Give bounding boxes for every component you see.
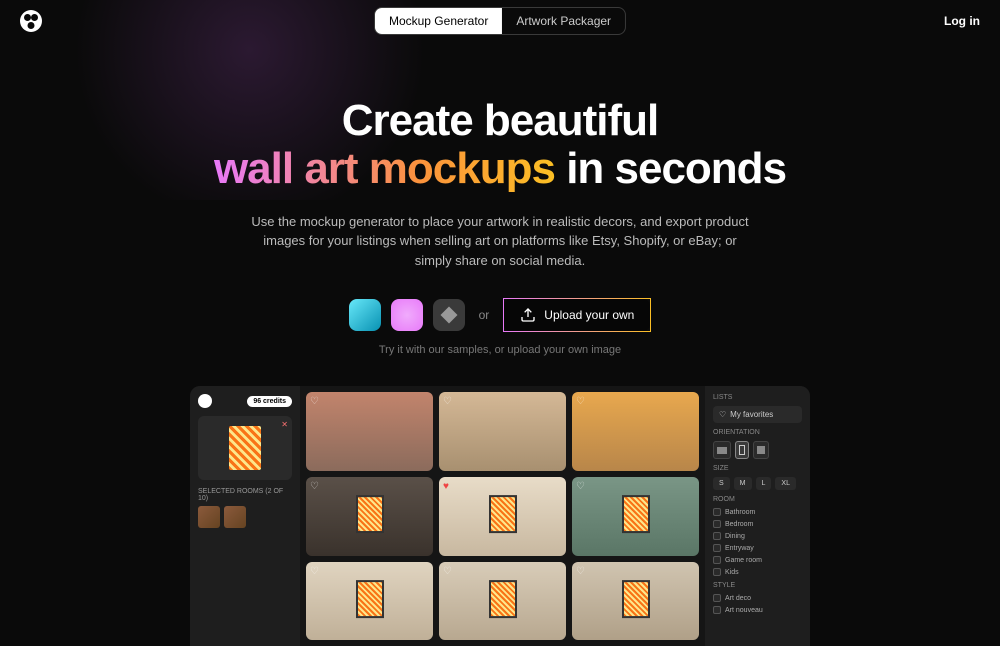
gallery-item[interactable]: ♡ (572, 562, 699, 641)
login-link[interactable]: Log in (944, 14, 980, 28)
gallery-grid: ♡ ♡ ♡ ♡ ♥ ♡ ♡ ♡ ♡ (300, 386, 705, 646)
selected-artwork[interactable]: ✕ (198, 416, 292, 480)
sample-thumb-3[interactable] (433, 299, 465, 331)
gallery-item[interactable]: ♡ (572, 477, 699, 556)
gallery-item[interactable]: ♡ (306, 477, 433, 556)
sample-thumb-2[interactable] (391, 299, 423, 331)
mini-logo-icon[interactable] (198, 394, 212, 408)
hero-section: Create beautiful wall art mockups in sec… (0, 42, 1000, 356)
room-option[interactable]: Kids (713, 568, 802, 576)
room-option[interactable]: Entryway (713, 544, 802, 552)
selected-room-thumb-2[interactable] (224, 506, 246, 528)
heart-icon[interactable]: ♡ (310, 396, 319, 407)
artwork-thumb (229, 426, 261, 470)
heart-icon: ♡ (719, 410, 726, 419)
gallery-item[interactable]: ♡ (572, 392, 699, 471)
size-label: SIZE (713, 465, 802, 472)
heart-icon[interactable]: ♥ (443, 481, 449, 492)
upload-label: Upload your own (544, 308, 634, 322)
logo-icon[interactable] (20, 10, 42, 32)
tab-artwork-packager[interactable]: Artwork Packager (502, 8, 625, 34)
hint-text: Try it with our samples, or upload your … (20, 344, 980, 356)
heart-icon[interactable]: ♡ (443, 566, 452, 577)
selected-room-thumb-1[interactable] (198, 506, 220, 528)
style-checklist: Art deco Art nouveau (713, 594, 802, 614)
heart-icon[interactable]: ♡ (310, 481, 319, 492)
heart-icon[interactable]: ♡ (576, 481, 585, 492)
lists-label: LISTS (713, 394, 802, 401)
right-panel: LISTS ♡ My favorites ORIENTATION SIZE S … (705, 386, 810, 646)
style-option[interactable]: Art deco (713, 594, 802, 602)
hero-title: Create beautiful wall art mockups in sec… (20, 97, 980, 194)
heart-icon[interactable]: ♡ (443, 396, 452, 407)
style-option[interactable]: Art nouveau (713, 606, 802, 614)
title-gradient: wall art mockups (214, 144, 555, 193)
tab-mockup-generator[interactable]: Mockup Generator (375, 8, 502, 34)
sample-thumb-1[interactable] (349, 299, 381, 331)
or-separator: or (479, 308, 490, 322)
room-checklist: Bathroom Bedroom Dining Entryway Game ro… (713, 508, 802, 576)
gallery-item[interactable]: ♡ (439, 562, 566, 641)
favorites-button[interactable]: ♡ My favorites (713, 406, 802, 423)
title-rest: in seconds (555, 144, 786, 193)
hero-subtitle: Use the mockup generator to place your a… (250, 212, 750, 271)
size-m[interactable]: M (734, 477, 752, 490)
upload-row: or Upload your own (20, 298, 980, 332)
orientation-label: ORIENTATION (713, 429, 802, 436)
room-option[interactable]: Bedroom (713, 520, 802, 528)
orientation-portrait[interactable] (735, 441, 749, 459)
size-xl[interactable]: XL (775, 477, 796, 490)
upload-button[interactable]: Upload your own (503, 298, 651, 332)
header: Mockup Generator Artwork Packager Log in (0, 0, 1000, 42)
room-option[interactable]: Dining (713, 532, 802, 540)
app-preview: 96 credits ✕ SELECTED ROOMS (2 OF 10) ♡ … (190, 386, 810, 646)
favorites-label: My favorites (730, 410, 773, 419)
room-option[interactable]: Bathroom (713, 508, 802, 516)
room-label: ROOM (713, 496, 802, 503)
close-icon[interactable]: ✕ (281, 420, 288, 429)
style-label: STYLE (713, 582, 802, 589)
gallery-item[interactable]: ♥ (439, 477, 566, 556)
gallery-item[interactable]: ♡ (439, 392, 566, 471)
title-line-1: Create beautiful (342, 96, 659, 145)
left-panel: 96 credits ✕ SELECTED ROOMS (2 OF 10) (190, 386, 300, 646)
gallery-item[interactable]: ♡ (306, 562, 433, 641)
room-option[interactable]: Game room (713, 556, 802, 564)
size-s[interactable]: S (713, 477, 730, 490)
upload-icon (520, 307, 536, 323)
credits-badge[interactable]: 96 credits (247, 396, 292, 407)
orientation-landscape[interactable] (713, 441, 731, 459)
nav-tabs: Mockup Generator Artwork Packager (374, 7, 626, 35)
orientation-square[interactable] (753, 441, 769, 459)
selected-rooms-label: SELECTED ROOMS (2 OF 10) (198, 488, 292, 502)
heart-icon[interactable]: ♡ (576, 566, 585, 577)
heart-icon[interactable]: ♡ (576, 396, 585, 407)
size-l[interactable]: L (756, 477, 772, 490)
heart-icon[interactable]: ♡ (310, 566, 319, 577)
gallery-item[interactable]: ♡ (306, 392, 433, 471)
